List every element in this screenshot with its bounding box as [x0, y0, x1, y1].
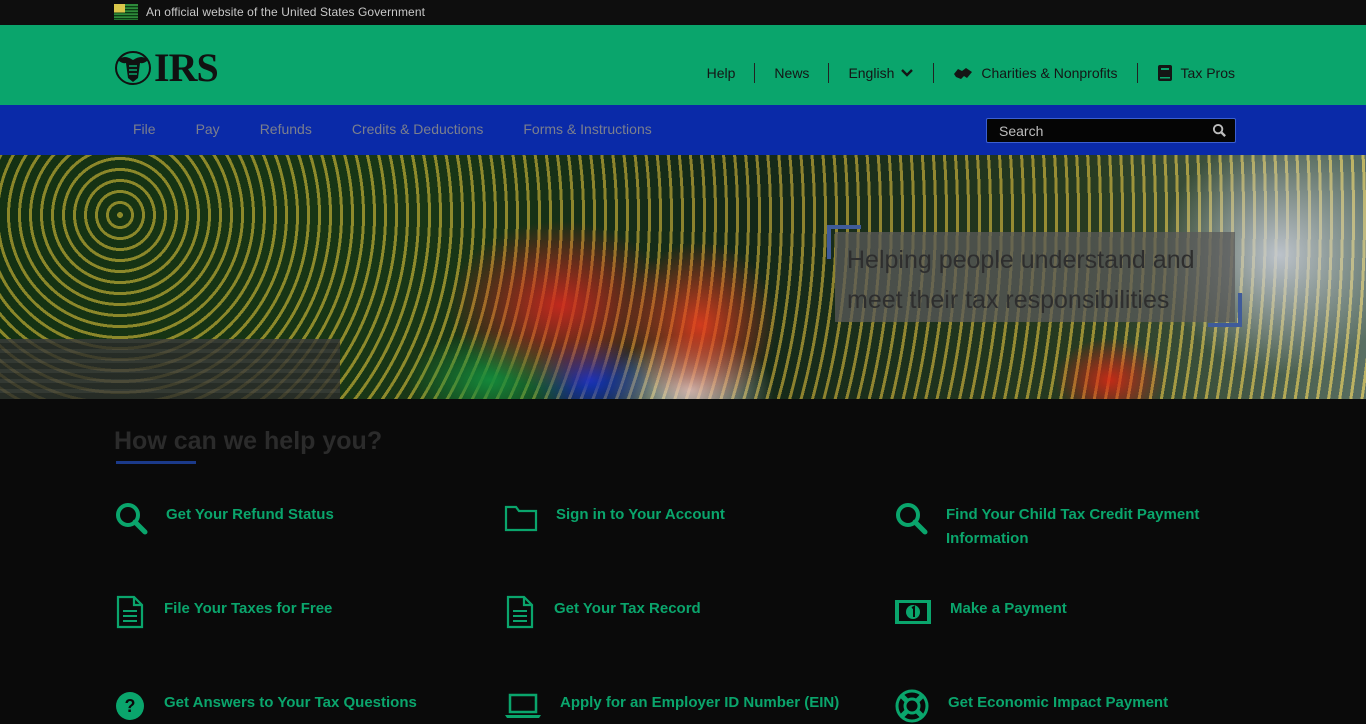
charities-link[interactable]: Charities & Nonprofits — [934, 62, 1136, 84]
nav-item-pay[interactable]: Pay — [176, 105, 240, 155]
task-label: Get Your Refund Status — [166, 506, 334, 523]
money-icon — [894, 595, 932, 629]
task-label: Get Answers to Your Tax Questions — [164, 694, 417, 711]
task-tax-record[interactable]: Get Your Tax Record — [504, 595, 701, 629]
nav-item-file[interactable]: File — [114, 105, 176, 155]
folder-icon — [504, 501, 538, 535]
irs-logo[interactable]: IRS — [114, 45, 219, 90]
task-make-payment[interactable]: Make a Payment — [894, 595, 1067, 629]
caption-corner-accent — [1208, 293, 1242, 327]
search-icon — [114, 501, 148, 535]
hero-caption: Helping people understand and meet their… — [835, 232, 1235, 322]
task-label: Get Your Tax Record — [554, 600, 701, 617]
charities-link-label: Charities & Nonprofits — [981, 65, 1118, 81]
task-label: Find Your Child Tax Credit Payment Infor… — [946, 506, 1200, 547]
task-tax-questions[interactable]: ? Get Answers to Your Tax Questions — [114, 689, 417, 723]
help-link-label: Help — [706, 65, 736, 81]
irs-eagle-icon — [115, 51, 151, 85]
task-apply-ein[interactable]: Apply for an Employer ID Number (EIN) — [504, 689, 839, 723]
task-label: Make a Payment — [950, 600, 1067, 617]
search-box — [986, 118, 1236, 143]
language-label: English — [848, 65, 895, 81]
gov-banner: An official website of the United States… — [0, 0, 1366, 25]
hero-caption-text: Helping people understand and meet their… — [847, 246, 1195, 314]
nav-item-refunds[interactable]: Refunds — [240, 105, 332, 155]
tax-pros-link[interactable]: Tax Pros — [1138, 62, 1235, 84]
us-flag-icon — [114, 4, 138, 20]
question-circle-icon: ? — [114, 689, 146, 723]
hero-banner: Helping people understand and meet their… — [0, 155, 1366, 399]
task-label: Apply for an Employer ID Number (EIN) — [560, 694, 840, 711]
site-header: IRS Help News English Charities & Nonpro… — [0, 25, 1366, 105]
tax-pros-link-label: Tax Pros — [1180, 65, 1235, 81]
svg-text:?: ? — [125, 696, 136, 716]
task-child-tax-credit[interactable]: Find Your Child Tax Credit Payment Infor… — [894, 501, 1224, 551]
title-underline — [116, 461, 196, 464]
gov-banner-text: An official website of the United States… — [146, 5, 426, 19]
language-select[interactable]: English — [829, 62, 933, 84]
nav-item-forms-instructions[interactable]: Forms & Instructions — [503, 105, 671, 155]
logo-text: IRS — [154, 45, 219, 90]
chevron-down-icon — [901, 69, 914, 77]
task-economic-impact-payment[interactable]: Get Economic Impact Payment — [894, 689, 1168, 723]
task-refund-status[interactable]: Get Your Refund Status — [114, 501, 334, 535]
news-link[interactable]: News — [755, 62, 828, 84]
task-label: Sign in to Your Account — [556, 506, 725, 523]
task-sign-in-account[interactable]: Sign in to Your Account — [504, 501, 725, 535]
search-icon — [894, 501, 928, 535]
lifebuoy-icon — [894, 689, 930, 723]
laptop-icon — [504, 689, 542, 723]
handshake-icon — [953, 65, 973, 81]
book-icon — [1157, 64, 1173, 82]
nav-item-credits-deductions[interactable]: Credits & Deductions — [332, 105, 504, 155]
help-section-title: How can we help you? — [114, 427, 383, 455]
search-icon[interactable] — [1212, 123, 1227, 138]
utility-nav: Help News English Charities & Nonprofits — [688, 62, 1235, 84]
search-input[interactable] — [987, 119, 1207, 142]
task-label: Get Economic Impact Payment — [948, 694, 1169, 711]
help-link[interactable]: Help — [688, 62, 755, 84]
news-link-label: News — [774, 65, 810, 81]
task-file-taxes-free[interactable]: File Your Taxes for Free — [114, 595, 332, 629]
hero-image-detail — [0, 339, 340, 399]
main-nav-items: File Pay Refunds Credits & Deductions Fo… — [114, 105, 672, 155]
document-icon — [114, 595, 146, 629]
task-label: File Your Taxes for Free — [164, 600, 333, 617]
document-icon — [504, 595, 536, 629]
